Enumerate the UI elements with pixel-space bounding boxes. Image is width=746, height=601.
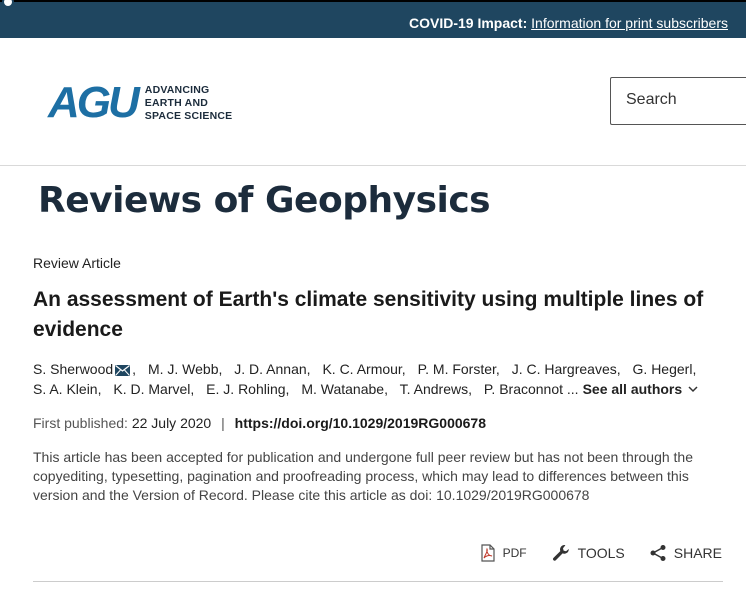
tagline-line-1: ADVANCING [144, 83, 210, 96]
author-link[interactable]: K. C. Armour, [322, 361, 405, 377]
wrench-icon [552, 545, 569, 561]
author-link[interactable]: P. M. Forster, [418, 361, 500, 377]
agu-logo[interactable]: AGU ADVANCING EARTH AND SPACE SCIENCE [48, 78, 233, 127]
share-label: SHARE [673, 545, 722, 561]
covid-banner: COVID-19 Impact: Information for print s… [0, 0, 746, 38]
pdf-label: PDF [502, 546, 527, 560]
covid-label: COVID-19 Impact: [409, 15, 528, 31]
article-title: An assessment of Earth's climate sensiti… [33, 288, 704, 341]
tagline-line-2: EARTH AND [144, 96, 209, 109]
author-link[interactable]: S. Sherwood, [33, 361, 136, 377]
first-published-date: 22 July 2020 [131, 415, 212, 431]
search-box [610, 77, 746, 125]
doi-link[interactable]: https://doi.org/10.1029/2019RG000678 [235, 415, 486, 431]
chevron-down-icon [688, 386, 698, 393]
see-all-label: See all authors [582, 381, 683, 397]
article-actions: PDF TOOLS SHARE [456, 543, 722, 563]
site-header: AGU ADVANCING EARTH AND SPACE SCIENCE [0, 38, 746, 166]
author-link[interactable]: J. C. Hargreaves, [512, 361, 621, 377]
mail-icon[interactable] [115, 365, 131, 376]
author-link[interactable]: K. D. Marvel, [113, 381, 194, 397]
author-link[interactable]: E. J. Rohling, [206, 381, 289, 397]
article-type: Review Article [33, 255, 121, 271]
author-link[interactable]: J. D. Annan, [234, 361, 310, 377]
first-published-label: First published: [33, 415, 128, 431]
see-all-authors-button[interactable]: See all authors [583, 381, 699, 397]
search-input[interactable] [626, 78, 746, 122]
author-link[interactable]: S. A. Klein, [33, 381, 101, 397]
author-list: S. Sherwood, M. J. Webb, J. D. Annan, K.… [33, 359, 723, 399]
share-icon [650, 545, 666, 561]
accepted-article-notice: This article has been accepted for publi… [33, 449, 693, 503]
agu-logo-mark: AGU [48, 78, 140, 127]
separator: | [221, 415, 225, 431]
share-button[interactable]: SHARE [649, 544, 722, 562]
circle-icon [2, 0, 14, 8]
print-subscribers-link[interactable]: Information for print subscribers [531, 15, 728, 31]
tools-label: TOOLS [577, 545, 625, 561]
agu-logo-tagline: ADVANCING EARTH AND SPACE SCIENCE [145, 84, 233, 123]
author-link[interactable]: M. J. Webb, [148, 361, 222, 377]
author-link[interactable]: G. Hegerl, [633, 361, 697, 377]
pdf-icon [480, 544, 495, 562]
author-link[interactable]: P. Braconnot ... [484, 381, 579, 397]
author-link[interactable]: M. Watanabe, [301, 381, 388, 397]
divider [33, 581, 723, 582]
author-link[interactable]: T. Andrews, [400, 381, 472, 397]
covid-notice: COVID-19 Impact: Information for print s… [409, 15, 728, 31]
publication-info: First published: 22 July 2020 | https://… [33, 415, 486, 431]
tagline-line-3: SPACE SCIENCE [144, 109, 233, 122]
tools-button[interactable]: TOOLS [551, 543, 625, 563]
pdf-button[interactable]: PDF [480, 544, 527, 562]
journal-title[interactable]: Reviews of Geophysics [38, 180, 491, 221]
